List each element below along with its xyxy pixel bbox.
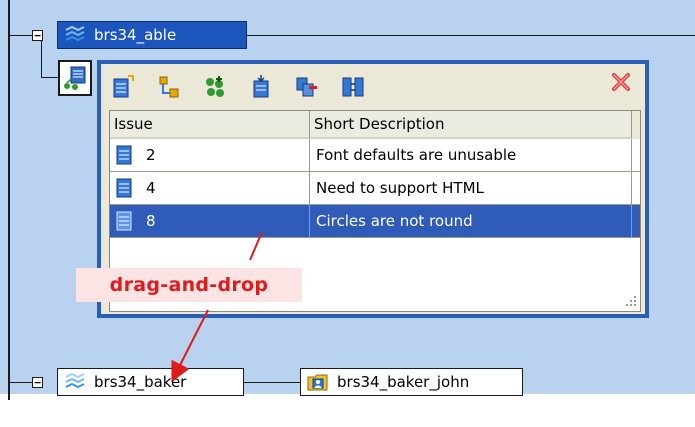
tree-node-brs34-able[interactable]: brs34_able bbox=[57, 21, 247, 49]
tree-node-brs34-baker[interactable]: brs34_baker bbox=[57, 368, 244, 396]
add-items-icon bbox=[206, 76, 224, 97]
issue-number: 4 bbox=[146, 179, 156, 197]
node-label: brs34_baker_john bbox=[337, 373, 470, 391]
issue-number: 2 bbox=[146, 146, 156, 164]
tree-node-brs34-baker-john[interactable]: brs34_baker_john bbox=[300, 368, 523, 396]
issue-icon bbox=[116, 145, 132, 165]
table-row[interactable]: 2 Font defaults are unusable bbox=[110, 139, 640, 172]
tree-vertical-line bbox=[8, 0, 10, 400]
issue-icon bbox=[116, 211, 132, 231]
column-header-issue[interactable]: Issue bbox=[110, 111, 310, 139]
issue-icon bbox=[116, 178, 132, 198]
tree-connector-able bbox=[10, 35, 32, 36]
tree-connector-able-child bbox=[41, 41, 42, 77]
hierarchy-button[interactable] bbox=[155, 74, 183, 100]
compare-button[interactable] bbox=[339, 74, 367, 100]
issue-number: 8 bbox=[146, 212, 156, 230]
child-items-icon-button[interactable] bbox=[58, 60, 92, 96]
issue-cell: 4 bbox=[110, 172, 310, 204]
table-header: Issue Short Description bbox=[110, 111, 640, 139]
table-row-selected[interactable]: 8 Circles are not round bbox=[110, 205, 640, 238]
popup-toolbar bbox=[109, 70, 637, 104]
description-cell: Circles are not round bbox=[310, 205, 632, 237]
remove-icon bbox=[296, 77, 317, 97]
add-items-button[interactable] bbox=[201, 74, 229, 100]
new-issue-button[interactable] bbox=[109, 74, 137, 100]
tree-connector-baker bbox=[10, 382, 32, 383]
import-icon bbox=[253, 75, 269, 98]
description-cell: Font defaults are unusable bbox=[310, 139, 632, 171]
description-cell: Need to support HTML bbox=[310, 172, 632, 204]
node-label: brs34_able bbox=[94, 26, 177, 44]
hierarchy-icon bbox=[159, 76, 179, 98]
table-row[interactable]: 4 Need to support HTML bbox=[110, 172, 640, 205]
compare-icon bbox=[342, 77, 364, 97]
canvas-bottom-area bbox=[0, 394, 695, 427]
close-icon bbox=[612, 73, 630, 91]
project-stream-icon bbox=[64, 372, 86, 392]
tree-connector-baker-john bbox=[244, 382, 300, 383]
expand-collapse-baker[interactable]: − bbox=[32, 377, 43, 388]
remove-button[interactable] bbox=[293, 74, 321, 100]
new-issue-icon bbox=[113, 75, 134, 98]
import-button[interactable] bbox=[247, 74, 275, 100]
expand-collapse-able[interactable]: − bbox=[32, 30, 43, 41]
child-items-icon bbox=[64, 66, 86, 90]
tree-connector-able-child-h bbox=[41, 77, 58, 78]
resize-grip-icon[interactable] bbox=[623, 292, 637, 306]
issue-cell: 8 bbox=[110, 205, 310, 237]
drag-and-drop-annotation: drag-and-drop bbox=[76, 268, 302, 302]
close-popup-button[interactable] bbox=[609, 70, 633, 94]
issue-cell: 2 bbox=[110, 139, 310, 171]
node-label: brs34_baker bbox=[94, 373, 187, 391]
workspace-folder-icon bbox=[307, 372, 329, 392]
project-stream-icon bbox=[64, 25, 86, 45]
column-header-short-description[interactable]: Short Description bbox=[310, 111, 632, 139]
tree-connector-able-right bbox=[247, 35, 695, 36]
